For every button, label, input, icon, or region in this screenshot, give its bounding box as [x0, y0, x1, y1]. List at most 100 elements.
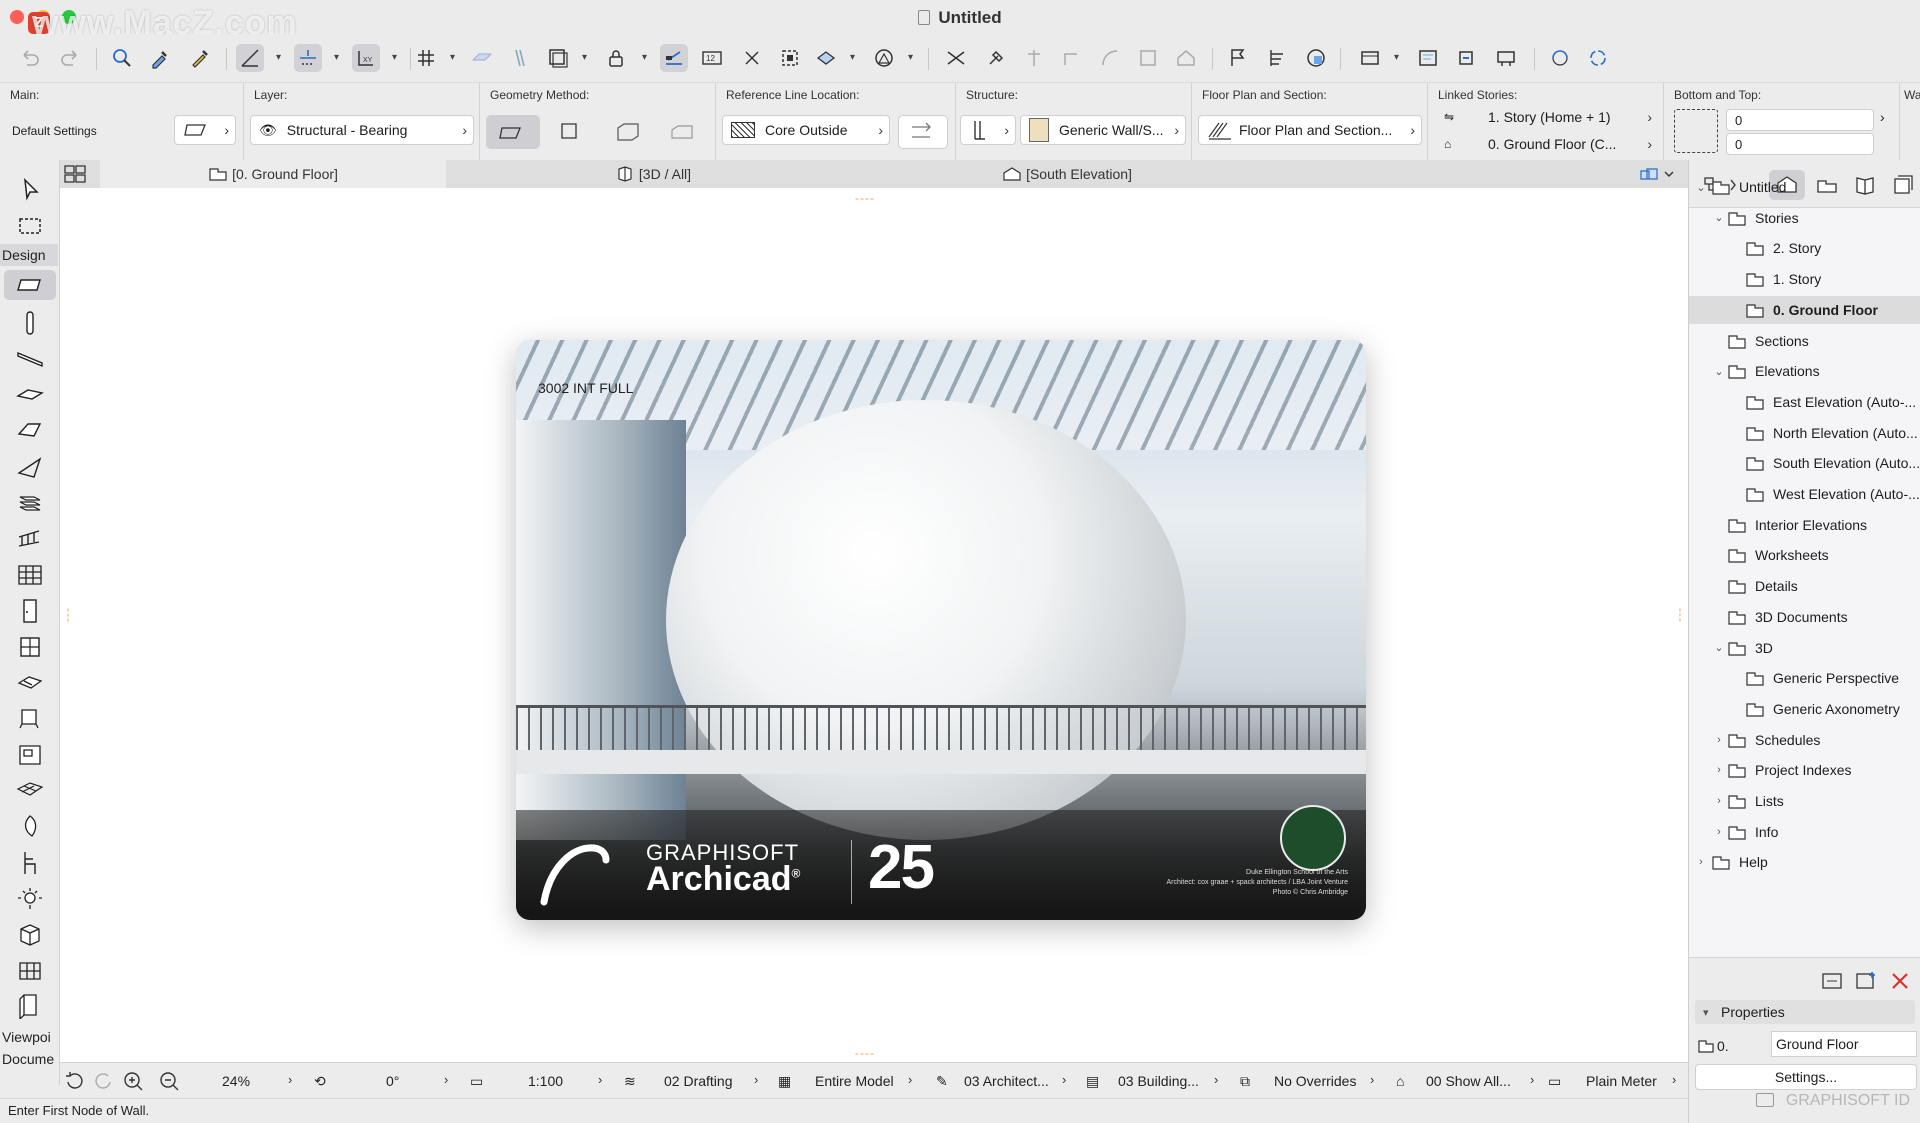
- chevron-down-icon[interactable]: ▾: [1394, 52, 1399, 63]
- bottom-offset-input[interactable]: 0: [1726, 133, 1874, 155]
- disclosure-closed-icon[interactable]: ›: [1695, 856, 1707, 868]
- chair-tool[interactable]: [4, 848, 56, 878]
- schedule-button[interactable]: [1264, 44, 1292, 72]
- teamwork-button[interactable]: [1302, 44, 1330, 72]
- tab-south-elevation[interactable]: [South Elevation]: [860, 160, 1274, 188]
- fit-in-window-button[interactable]: [738, 44, 766, 72]
- tab-list-button[interactable]: [1628, 160, 1686, 188]
- bimcloud-button[interactable]: [1546, 44, 1574, 72]
- shapes-button[interactable]: [870, 44, 898, 72]
- split-button[interactable]: [942, 44, 970, 72]
- adjust-button[interactable]: [1058, 44, 1086, 72]
- roof-button[interactable]: [1172, 44, 1200, 72]
- chevron-down-icon[interactable]: ▾: [850, 52, 855, 63]
- flag-button[interactable]: [1224, 44, 1252, 72]
- navigator-item[interactable]: ⌄ 3D: [1689, 634, 1920, 662]
- navigator-item[interactable]: › Project Indexes: [1689, 756, 1920, 784]
- navigator-item[interactable]: 2. Story: [1689, 234, 1920, 262]
- graphic-overrides[interactable]: No Overrides: [1274, 1063, 1356, 1099]
- grid-tool[interactable]: [4, 956, 56, 986]
- disclosure-open-icon[interactable]: ⌄: [1713, 641, 1725, 654]
- issue-manager-button[interactable]: [1492, 44, 1520, 72]
- top-offset-input[interactable]: 0: [1726, 109, 1874, 131]
- navigator-item[interactable]: › Help: [1689, 848, 1920, 876]
- fillet-button[interactable]: [1096, 44, 1124, 72]
- navigator-item[interactable]: › Info: [1689, 818, 1920, 846]
- top-link-row[interactable]: ⇋ 1. Story (Home + 1) ›: [1444, 105, 1658, 129]
- door-tool[interactable]: [4, 596, 56, 626]
- layer-combination[interactable]: 02 Drafting: [664, 1063, 732, 1099]
- navigator-item[interactable]: 1. Story: [1689, 265, 1920, 293]
- model-view-option[interactable]: Entire Model: [815, 1063, 894, 1099]
- navigator-item[interactable]: North Elevation (Auto...: [1689, 419, 1920, 447]
- zoom-next-button[interactable]: [92, 1063, 114, 1099]
- layer-button[interactable]: [544, 44, 572, 72]
- home-story-row[interactable]: ⌂ 0. Ground Floor (C... ›: [1444, 132, 1658, 156]
- rotation-angle[interactable]: 0°: [386, 1063, 399, 1099]
- window-tool[interactable]: [4, 632, 56, 662]
- chevron-down-icon[interactable]: ▾: [450, 52, 455, 63]
- navigator-item[interactable]: Generic Axonometry: [1689, 695, 1920, 723]
- syringe-button[interactable]: [186, 44, 214, 72]
- hammer-button[interactable]: [982, 44, 1010, 72]
- navigator-item[interactable]: ⌄ Elevations: [1689, 357, 1920, 385]
- publisher-button[interactable]: [1414, 44, 1442, 72]
- chevron-down-icon[interactable]: ▾: [334, 52, 339, 63]
- delete-button[interactable]: [1887, 970, 1913, 992]
- disclosure-open-icon[interactable]: ⌄: [1713, 211, 1725, 224]
- navigator-item[interactable]: Interior Elevations: [1689, 511, 1920, 539]
- drawing-scale[interactable]: 1:100: [528, 1063, 563, 1099]
- chevron-right-icon[interactable]: ›: [1530, 1072, 1534, 1087]
- solid-operations-button[interactable]: [1134, 44, 1162, 72]
- navigator-item[interactable]: ⌄ Untitled: [1689, 173, 1920, 201]
- zoom-area-button[interactable]: [776, 44, 804, 72]
- navigator-item[interactable]: East Elevation (Auto-...: [1689, 388, 1920, 416]
- chevron-right-icon[interactable]: ›: [754, 1072, 758, 1087]
- 3d-document-tool[interactable]: [4, 920, 56, 950]
- arrow-tool[interactable]: [4, 174, 56, 204]
- zoom-previous-button[interactable]: [64, 1063, 86, 1099]
- morph-tool[interactable]: [4, 812, 56, 842]
- toolbox-group-document[interactable]: Docume: [0, 1048, 58, 1070]
- grid-snap-button[interactable]: [412, 44, 440, 72]
- properties-name-field[interactable]: Ground Floor: [1771, 1031, 1917, 1057]
- chevron-right-icon[interactable]: ›: [1880, 109, 1885, 125]
- structure-type-select[interactable]: ›: [960, 115, 1016, 145]
- redo-button[interactable]: [56, 44, 84, 72]
- trim-to-roof-button[interactable]: [1020, 44, 1048, 72]
- geometry-log-button[interactable]: [658, 115, 708, 149]
- chevron-down-icon[interactable]: ▾: [276, 52, 281, 63]
- railing-tool[interactable]: [4, 524, 56, 554]
- find-select-button[interactable]: [108, 44, 136, 72]
- slab-tool[interactable]: [4, 380, 56, 410]
- drawing-canvas[interactable]: ---- ---- --- --- 3002 INT FULL GRAPHISO…: [60, 188, 1688, 1062]
- navigator-item[interactable]: › Lists: [1689, 787, 1920, 815]
- navigator-item[interactable]: Details: [1689, 572, 1920, 600]
- snap-guides-button[interactable]: [294, 44, 322, 72]
- navigator-item[interactable]: › Schedules: [1689, 726, 1920, 754]
- section-tool[interactable]: [4, 990, 56, 1020]
- wall-tool[interactable]: [4, 270, 56, 300]
- lamp-tool[interactable]: [4, 884, 56, 914]
- change-manager-button[interactable]: [1452, 44, 1480, 72]
- settings-button[interactable]: Settings...: [1695, 1064, 1917, 1090]
- model-view-options[interactable]: 03 Building...: [1118, 1063, 1199, 1099]
- tab-ground-floor[interactable]: [0. Ground Floor]: [100, 160, 446, 188]
- dimension-button[interactable]: 12: [698, 44, 726, 72]
- skylight-tool[interactable]: [4, 668, 56, 698]
- disclosure-closed-icon[interactable]: ›: [1713, 764, 1725, 776]
- wall-settings-button[interactable]: ›: [174, 115, 236, 145]
- disclosure-open-icon[interactable]: ⌄: [1695, 181, 1707, 194]
- zoom-in-button[interactable]: [122, 1063, 144, 1099]
- lock-button[interactable]: [602, 44, 630, 72]
- chevron-right-icon[interactable]: ›: [908, 1072, 912, 1087]
- chevron-down-icon[interactable]: ▾: [392, 52, 397, 63]
- properties-header[interactable]: ▾ Properties: [1695, 1000, 1915, 1024]
- building-material-select[interactable]: Generic Wall/S... ›: [1020, 115, 1186, 145]
- toolbox-group-viewpoint[interactable]: Viewpoi: [0, 1026, 58, 1048]
- chevron-down-icon[interactable]: ▾: [642, 52, 647, 63]
- disclosure-closed-icon[interactable]: ›: [1713, 826, 1725, 838]
- column-tool[interactable]: [4, 308, 56, 338]
- dimension-standard[interactable]: Plain Meter: [1586, 1063, 1657, 1099]
- view-settings-button[interactable]: [1356, 44, 1384, 72]
